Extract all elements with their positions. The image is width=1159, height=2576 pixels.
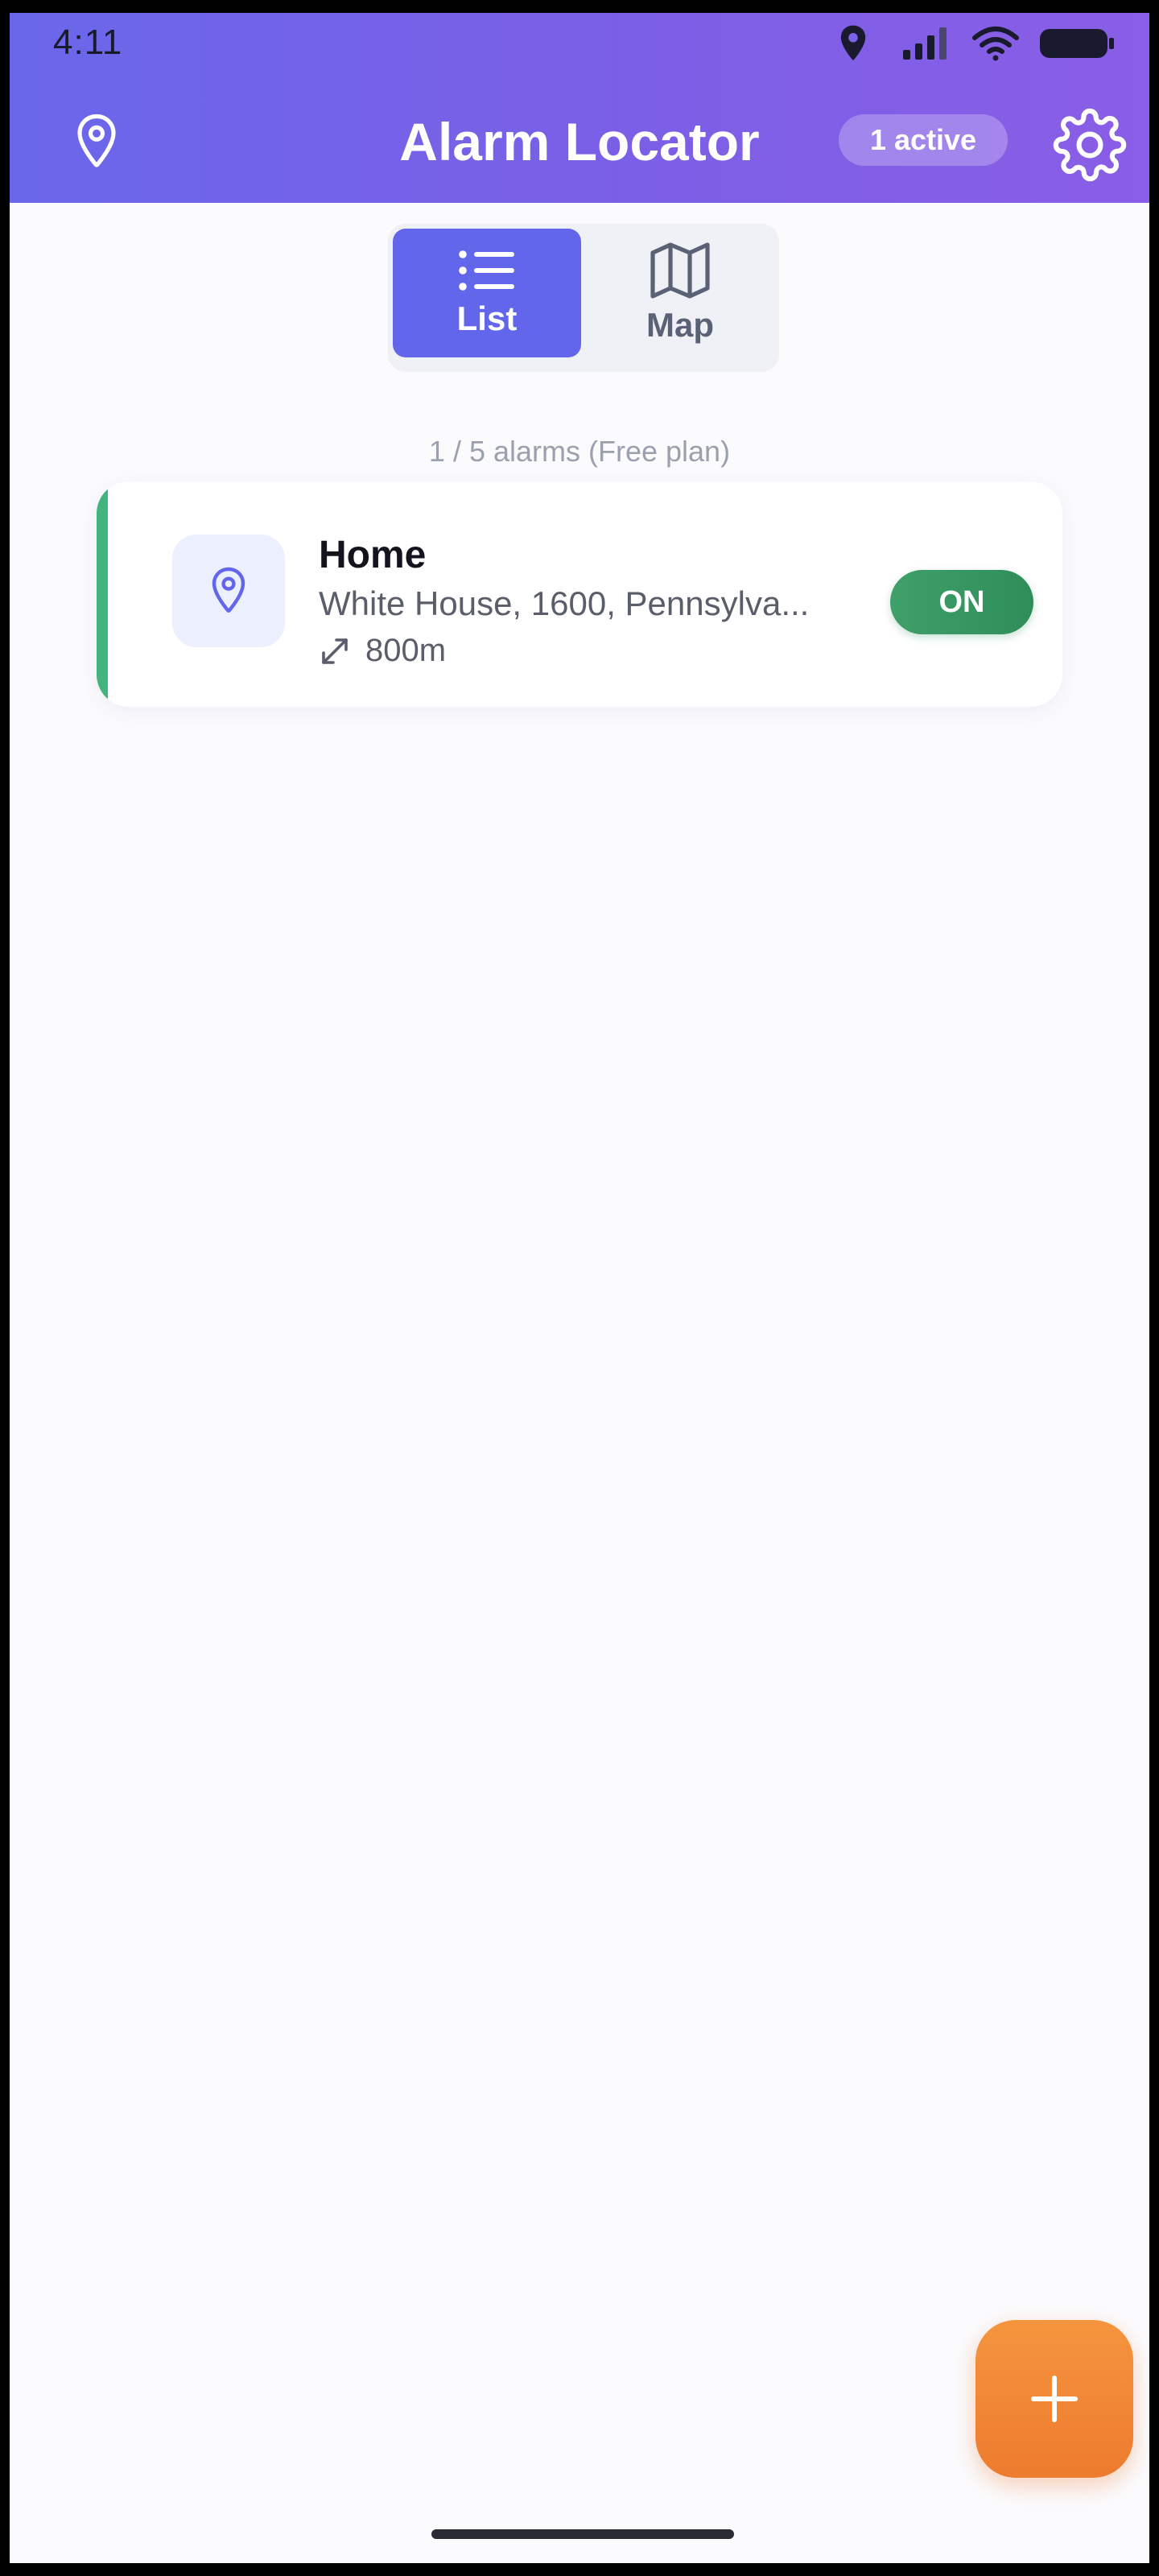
tab-map-label: Map (646, 306, 714, 344)
location-status-icon (840, 25, 866, 60)
alarm-icon-box (172, 535, 285, 647)
alarm-radius: 800m (365, 633, 447, 668)
app-screen: 4:11 Alarm Locator 1 active List Map 1 /… (10, 13, 1149, 2563)
alarm-address: White House, 1600, Pennsylva... (319, 584, 810, 622)
view-toggle: List Map (388, 224, 779, 372)
header: 4:11 Alarm Locator 1 active (10, 13, 1149, 203)
battery-icon (1040, 29, 1114, 58)
map-icon (650, 242, 710, 299)
tab-map[interactable]: Map (586, 229, 774, 357)
expand-arrows-icon (322, 638, 348, 664)
list-icon (459, 250, 514, 291)
active-count-badge: 1 active (839, 114, 1008, 166)
gear-icon[interactable] (1053, 108, 1127, 186)
wifi-icon (972, 27, 1019, 61)
alarm-radius-row: 800m (319, 633, 446, 669)
location-pin-icon (212, 567, 245, 613)
home-indicator[interactable] (431, 2529, 734, 2539)
alarm-toggle-button[interactable]: ON (890, 570, 1033, 634)
active-indicator-bar (97, 481, 108, 707)
signal-icon (903, 27, 947, 60)
tab-list[interactable]: List (393, 229, 581, 357)
tab-list-label: List (456, 299, 518, 337)
alarm-count-text: 1 / 5 alarms (Free plan) (428, 435, 731, 468)
status-time: 4:11 (53, 23, 123, 62)
alarm-name: Home (319, 534, 427, 576)
alarm-card[interactable]: Home White House, 1600, Pennsylva... 800… (97, 481, 1062, 707)
add-alarm-button[interactable] (975, 2320, 1133, 2478)
status-icons (837, 24, 1116, 63)
plus-icon (1031, 2376, 1078, 2422)
